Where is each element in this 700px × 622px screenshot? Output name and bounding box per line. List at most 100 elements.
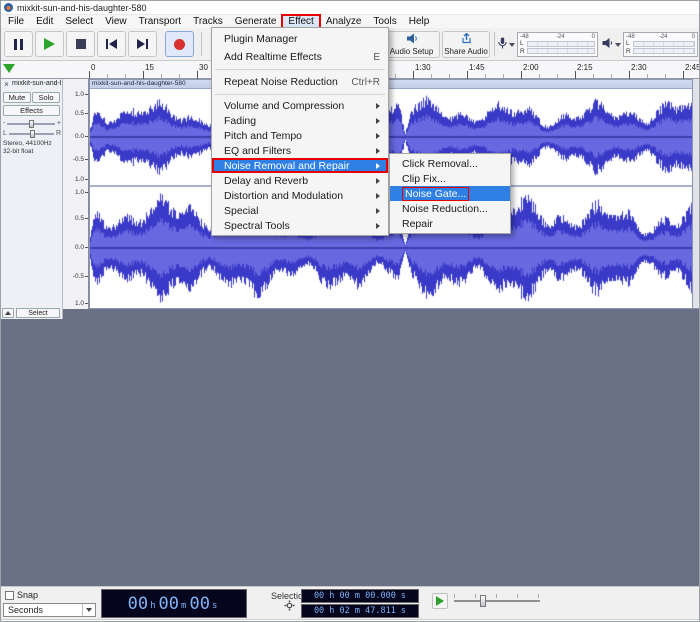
play-icon	[44, 38, 55, 50]
audacity-window: mixkit-sun-and-his-daughter-580 File Edi…	[0, 0, 700, 622]
audio-setup-button[interactable]: Audio Setup	[383, 31, 440, 58]
gain-slider-groove[interactable]	[7, 123, 55, 125]
skip-to-end-button[interactable]	[128, 31, 157, 57]
dropdown-button[interactable]	[82, 604, 95, 616]
meter-left-label: L	[520, 40, 525, 47]
vertical-ruler-cap	[63, 79, 89, 89]
slider-thumb[interactable]	[480, 595, 486, 607]
playback-meter[interactable]: -48 -24 0 L R	[602, 31, 698, 58]
menu-item-delay-and-reverb[interactable]: Delay and Reverb	[212, 173, 388, 188]
menu-item-repeat-noise-reduction[interactable]: Repeat Noise ReductionCtrl+R	[212, 73, 388, 91]
menu-item-plugin-manager[interactable]: Plugin Manager	[212, 30, 388, 48]
microphone-icon	[498, 36, 507, 54]
share-audio-button[interactable]: Share Audio	[442, 31, 490, 58]
menu-item-clip-fix[interactable]: Clip Fix...	[390, 171, 510, 186]
menu-edit[interactable]: Edit	[30, 15, 59, 28]
slider-ticks	[454, 594, 540, 598]
timeline-minor-ticks	[89, 74, 700, 78]
vertical-ruler-channel-2[interactable]: 1.0 0.5 0.0 -0.5 1.0	[63, 187, 89, 309]
gain-slider-thumb[interactable]	[29, 120, 34, 128]
pan-slider[interactable]: L R	[3, 129, 61, 138]
playback-meter-dropdown-arrow[interactable]	[615, 43, 621, 47]
snap-checkbox[interactable]	[5, 591, 14, 600]
track-select-button[interactable]: Select	[16, 308, 60, 318]
menu-item-volume-and-compression[interactable]: Volume and Compression	[212, 98, 388, 113]
menu-item-spectral-tools[interactable]: Spectral Tools	[212, 218, 388, 233]
menu-item-repair[interactable]: Repair	[390, 216, 510, 231]
solo-button[interactable]: Solo	[32, 92, 60, 103]
timeline-label: 1:30	[413, 63, 431, 72]
track-control-panel[interactable]: × mixkit-sun-and-his-daughter-580 Mute S…	[1, 79, 63, 319]
snap-control[interactable]: Snap	[5, 590, 38, 600]
play-at-speed-button[interactable]	[432, 593, 448, 609]
submenu-arrow-icon	[376, 178, 380, 184]
track-format-info: Stereo, 44100Hz	[3, 140, 52, 147]
menu-item-pitch-and-tempo[interactable]: Pitch and Tempo	[212, 128, 388, 143]
pan-slider-thumb[interactable]	[30, 130, 35, 138]
play-button[interactable]	[35, 31, 64, 57]
menu-help[interactable]: Help	[403, 15, 436, 28]
clip-header[interactable]: mixkit-sun-and-his-daughter-580	[89, 79, 693, 89]
collapse-arrow-icon	[5, 311, 11, 315]
track-format-info: 32-bit float	[3, 148, 33, 155]
menu-item-add-realtime-effects[interactable]: Add Realtime EffectsE	[212, 48, 388, 66]
snap-label: Snap	[17, 590, 38, 600]
selection-end-field[interactable]: 00 h 02 m 47.811 s	[301, 604, 419, 618]
playback-meter-right-bar	[633, 48, 695, 54]
noise-removal-submenu: Click Removal... Clip Fix... Noise Gate.…	[389, 153, 511, 234]
submenu-arrow-icon	[376, 118, 380, 124]
menu-transport[interactable]: Transport	[133, 15, 187, 28]
stop-button[interactable]	[66, 31, 95, 57]
menu-item-click-removal[interactable]: Click Removal...	[390, 156, 510, 171]
pan-slider-groove[interactable]	[9, 133, 54, 135]
timeline-label: 2:45	[683, 63, 700, 72]
quick-play-marker[interactable]	[3, 64, 15, 73]
menu-select[interactable]: Select	[59, 15, 99, 28]
vertical-ruler-channel-1[interactable]: 1.0 0.5 0.0 -0.5 1.0	[63, 89, 89, 185]
selection-options-gear-icon[interactable]	[284, 600, 295, 613]
pause-button[interactable]	[4, 31, 33, 57]
timeline-label: 2:15	[575, 63, 593, 72]
pan-right-label: R	[56, 130, 61, 137]
gain-plus-label: +	[57, 120, 61, 127]
share-audio-icon	[461, 33, 472, 46]
track-close-button[interactable]: ×	[2, 80, 11, 89]
submenu-arrow-icon	[376, 148, 380, 154]
audio-position-display[interactable]: 00h 00m 00s	[101, 589, 247, 618]
recording-meter-dropdown-arrow[interactable]	[509, 43, 515, 47]
slider-groove	[454, 600, 540, 602]
menu-view[interactable]: View	[99, 15, 133, 28]
playback-meter-display: -48 -24 0 L R	[623, 32, 698, 57]
toolbar-separator	[201, 32, 202, 56]
submenu-arrow-icon	[376, 163, 380, 169]
gain-slider[interactable]: - +	[3, 119, 61, 128]
menu-item-distortion-and-modulation[interactable]: Distortion and Modulation	[212, 188, 388, 203]
skip-to-start-button[interactable]	[97, 31, 126, 57]
submenu-arrow-icon	[376, 103, 380, 109]
speaker-icon	[602, 36, 613, 54]
title-bar[interactable]: mixkit-sun-and-his-daughter-580	[1, 1, 700, 15]
menu-item-eq-and-filters[interactable]: EQ and Filters	[212, 143, 388, 158]
record-button[interactable]	[165, 31, 194, 57]
effects-button[interactable]: Effects	[3, 105, 60, 116]
menu-item-special[interactable]: Special	[212, 203, 388, 218]
menu-item-noise-gate[interactable]: Noise Gate...	[390, 186, 510, 201]
track-collapse-button[interactable]	[2, 308, 14, 318]
menu-item-noise-removal-and-repair[interactable]: Noise Removal and Repair	[212, 158, 388, 173]
menu-item-noise-reduction[interactable]: Noise Reduction...	[390, 201, 510, 216]
selection-start-field[interactable]: 00 h 00 m 00.000 s	[301, 589, 419, 603]
recording-meter[interactable]: -48 -24 0 L R	[498, 31, 598, 58]
playback-speed-slider[interactable]	[454, 594, 540, 608]
effect-menu: Plugin Manager Add Realtime EffectsE Rep…	[211, 27, 389, 236]
mute-button[interactable]: Mute	[3, 92, 31, 103]
stop-icon	[76, 39, 86, 49]
skip-to-end-icon	[137, 39, 148, 49]
share-audio-label: Share Audio	[444, 47, 488, 56]
menu-separator	[215, 94, 385, 95]
menu-file[interactable]: File	[2, 15, 30, 28]
window-title: mixkit-sun-and-his-daughter-580	[17, 3, 147, 13]
snap-unit-select[interactable]: Seconds	[3, 603, 96, 617]
menu-item-fading[interactable]: Fading	[212, 113, 388, 128]
track-name[interactable]: mixkit-sun-and-his-daughter-580	[12, 80, 61, 87]
bottom-toolbar: Snap Seconds 00h 00m 00s Selection 00 h …	[1, 586, 700, 619]
